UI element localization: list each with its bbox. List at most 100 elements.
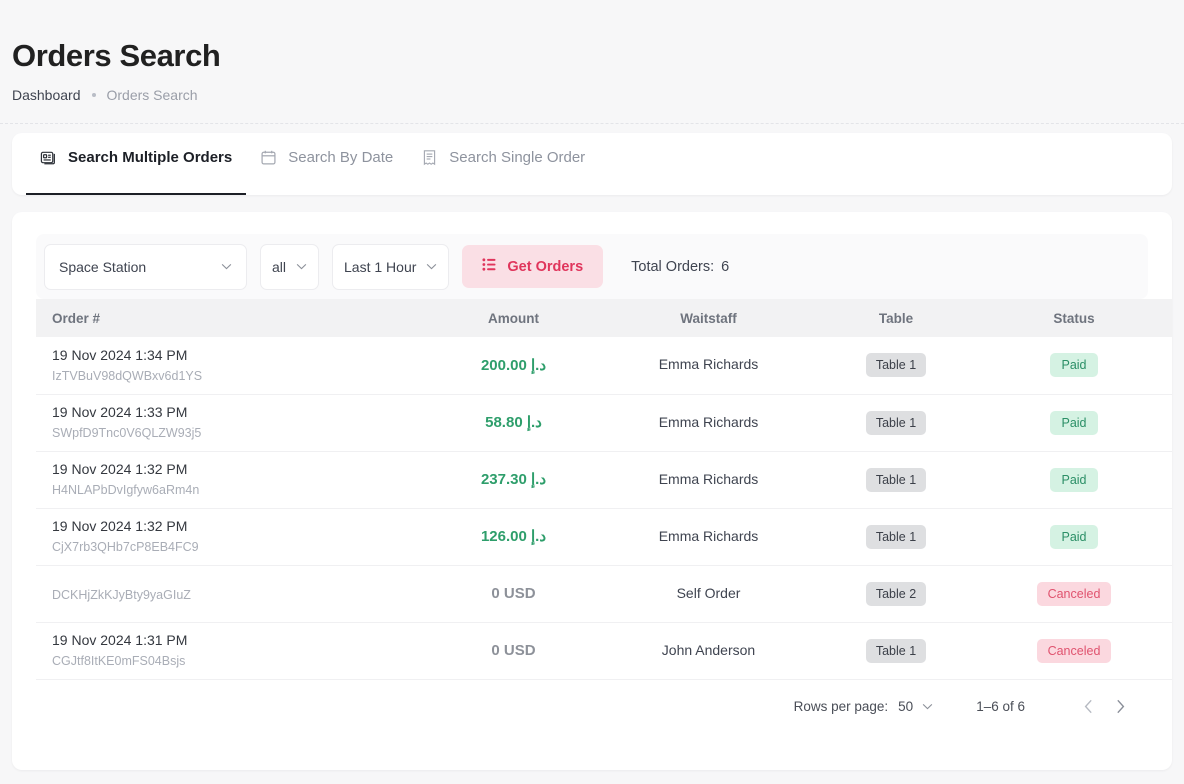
tab-search-single-order[interactable]: Search Single Order (407, 133, 599, 195)
previous-page-button[interactable] (1072, 691, 1104, 723)
orders-panel: Space Station all Last 1 Hour Get Orders… (12, 212, 1172, 770)
orders-table-body: 19 Nov 2024 1:34 PM IzTVBuV98dQWBxv6d1YS 2… (36, 337, 1172, 680)
chevron-right-icon (1116, 699, 1124, 714)
location-select[interactable]: Space Station (44, 243, 247, 290)
breadcrumb-dashboard-link[interactable]: Dashboard (12, 87, 81, 103)
order-amount: 200.00 د.إ (480, 356, 547, 374)
cell-amount: 0 USD (426, 622, 601, 680)
order-amount: 0 USD (491, 641, 536, 659)
scope-select-value: all (272, 258, 287, 275)
cell-order: 19 Nov 2024 1:34 PM IzTVBuV98dQWBxv6d1YS (36, 337, 426, 395)
cell-status: Paid (976, 337, 1172, 395)
cell-table: Table 1 (816, 394, 976, 452)
order-amount: 58.80 د.إ (485, 414, 542, 431)
orders-search-page: Orders Search Dashboard Orders Search Se… (0, 0, 1184, 784)
order-id: DCKHjZkKJyBty9yaGIuZ (52, 588, 191, 602)
cell-waitstaff: Emma Richards (601, 337, 816, 395)
calendar-icon (260, 149, 277, 166)
breadcrumb-separator-dot (91, 93, 96, 97)
order-date: 19 Nov 2024 1:34 PM (52, 346, 188, 363)
tab-label: Search Multiple Orders (68, 149, 233, 166)
tab-list: Search Multiple Orders Search By Date Se… (26, 133, 599, 195)
pagination-range: 1–6 of 6 (976, 699, 1025, 714)
status-badge: Canceled (1036, 638, 1112, 663)
order-id: SWpfD9Tnc0V6QLZW93j5 (52, 426, 202, 440)
time-range-select[interactable]: Last 1 Hour (332, 243, 450, 290)
rows-per-page-select[interactable]: 50 (898, 699, 933, 714)
table-chip: Table 1 (865, 410, 927, 435)
column-header-waitstaff: Waitstaff (601, 299, 816, 337)
multi-orders-icon (40, 149, 57, 166)
scope-select[interactable]: all (260, 243, 320, 290)
breadcrumb: Dashboard Orders Search (12, 87, 1184, 103)
column-header-amount: Amount (426, 299, 601, 337)
cell-order: 19 Nov 2024 1:33 PM SWpfD9Tnc0V6QLZW93j5 (36, 394, 426, 452)
total-orders: Total Orders: 6 (631, 259, 729, 275)
location-select-value: Space Station (59, 258, 147, 275)
cell-amount: 126.00 د.إ (426, 508, 601, 566)
tabs-card: Search Multiple Orders Search By Date Se… (12, 133, 1172, 195)
cell-table: Table 2 (816, 565, 976, 623)
get-orders-button[interactable]: Get Orders (462, 245, 604, 288)
cell-waitstaff: John Anderson (601, 622, 816, 680)
cell-waitstaff: Emma Richards (601, 451, 816, 509)
filter-bar: Space Station all Last 1 Hour Get Orders… (36, 234, 1148, 299)
cell-waitstaff: Emma Richards (601, 394, 816, 452)
table-chip: Table 1 (865, 524, 927, 549)
table-chip: Table 1 (865, 467, 927, 492)
total-orders-value: 6 (721, 258, 730, 275)
cell-status: Canceled (976, 565, 1172, 623)
cell-amount: 58.80 د.إ (426, 394, 601, 452)
order-amount: 126.00 د.إ (480, 528, 547, 545)
time-range-select-value: Last 1 Hour (344, 258, 417, 275)
waitstaff-name: Emma Richards (658, 527, 759, 544)
table-row[interactable]: 19 Nov 2024 1:32 PM CjX7rb3QHb7cP8EB4FC9 1… (36, 508, 1172, 566)
rows-per-page-label: Rows per page: (793, 699, 889, 714)
table-row[interactable]: 19 Nov 2024 1:33 PM SWpfD9Tnc0V6QLZW93j5 5… (36, 394, 1172, 452)
order-id: CjX7rb3QHb7cP8EB4FC9 (52, 540, 199, 554)
cell-order: 19 Nov 2024 1:31 PM CGJtf8ItKE0mFS04Bsjs (36, 622, 426, 680)
tab-search-multiple-orders[interactable]: Search Multiple Orders (26, 133, 247, 195)
table-chip: Table 1 (865, 638, 927, 663)
cell-amount: 237.30 د.إ (426, 451, 601, 509)
cell-waitstaff: Emma Richards (601, 508, 816, 566)
table-row[interactable]: 19 Nov 2024 1:32 PM H4NLAPbDvIgfyw6aRm4n 2… (36, 451, 1172, 509)
chevron-left-icon (1084, 699, 1092, 714)
cell-status: Paid (976, 394, 1172, 452)
status-badge: Paid (1050, 353, 1098, 378)
cell-order: 19 Nov 2024 1:32 PM CjX7rb3QHb7cP8EB4FC9 (36, 508, 426, 566)
column-header-status: Status (976, 299, 1172, 337)
tab-label: Search Single Order (449, 149, 586, 166)
status-badge: Canceled (1036, 581, 1112, 606)
header-divider (0, 123, 1184, 124)
table-row[interactable]: DCKHjZkKJyBty9yaGIuZ 0 USD Self Order Table… (36, 565, 1172, 623)
page-title: Orders Search (12, 38, 221, 73)
status-badge: Paid (1050, 410, 1098, 435)
order-id: IzTVBuV98dQWBxv6d1YS (52, 368, 203, 383)
chevron-down-icon (922, 703, 933, 710)
breadcrumb-current: Orders Search (106, 87, 198, 103)
cell-table: Table 1 (816, 622, 976, 680)
page-header: Orders Search Dashboard Orders Search (0, 0, 1184, 103)
orders-table: Order # Amount Waitstaff Table Status 19… (36, 299, 1172, 680)
cell-table: Table 1 (816, 451, 976, 509)
cell-table: Table 1 (816, 337, 976, 395)
cell-status: Paid (976, 508, 1172, 566)
order-id: H4NLAPbDvIgfyw6aRm4n (52, 483, 200, 497)
tab-search-by-date[interactable]: Search By Date (246, 133, 407, 195)
list-icon (482, 257, 497, 276)
table-row[interactable]: 19 Nov 2024 1:31 PM CGJtf8ItKE0mFS04Bsjs 0… (36, 622, 1172, 680)
column-header-table: Table (816, 299, 976, 337)
column-header-order: Order # (36, 299, 426, 337)
cell-status: Paid (976, 451, 1172, 509)
next-page-button[interactable] (1104, 691, 1136, 723)
chevron-down-icon (427, 263, 437, 270)
table-chip: Table 2 (865, 581, 927, 606)
tab-label: Search By Date (288, 149, 394, 166)
waitstaff-name: John Anderson (661, 641, 756, 658)
rows-per-page-value: 50 (898, 699, 914, 714)
waitstaff-name: Self Order (676, 584, 741, 601)
status-badge: Paid (1050, 524, 1098, 549)
order-id: CGJtf8ItKE0mFS04Bsjs (52, 654, 186, 668)
table-row[interactable]: 19 Nov 2024 1:34 PM IzTVBuV98dQWBxv6d1YS 2… (36, 337, 1172, 395)
